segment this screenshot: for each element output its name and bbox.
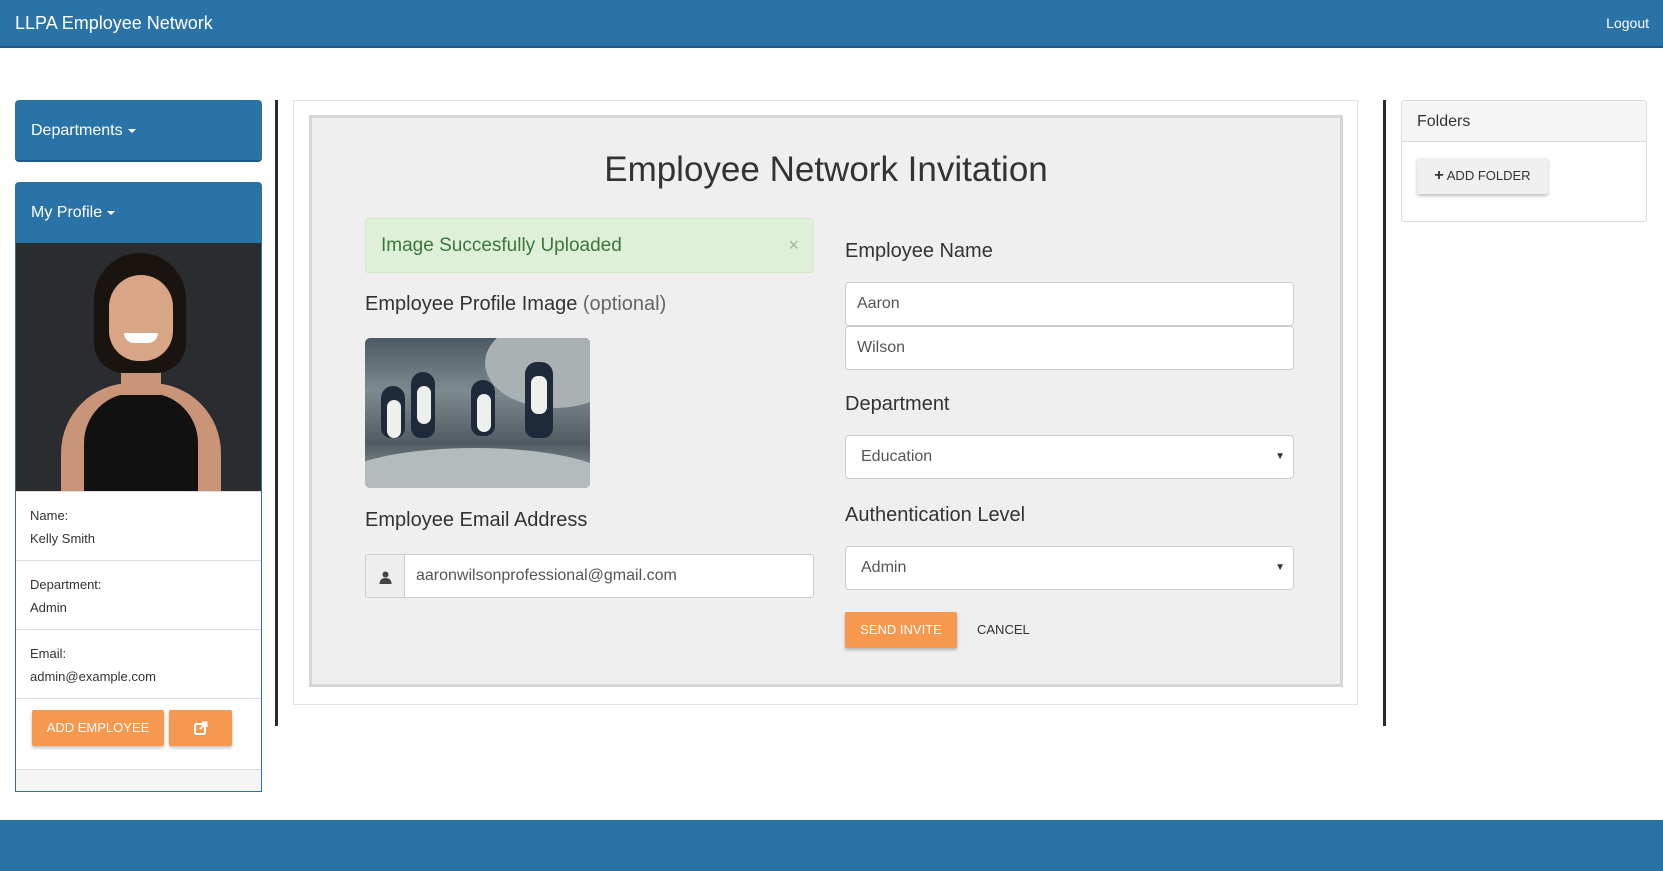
department-field-label: Department xyxy=(845,393,950,415)
caret-down-icon xyxy=(127,128,136,133)
add-folder-label: ADD FOLDER xyxy=(1446,168,1531,183)
auth-level-selected: Admin xyxy=(861,559,907,576)
profile-image-preview[interactable] xyxy=(365,338,590,488)
profile-department-row: Department: Admin xyxy=(16,560,261,629)
department-selected: Education xyxy=(861,448,933,465)
email-value: admin@example.com xyxy=(30,669,156,684)
name-value: Kelly Smith xyxy=(30,531,96,546)
close-icon[interactable]: × xyxy=(788,219,799,272)
first-name-input[interactable]: Aaron xyxy=(845,282,1294,326)
department-label: Department: xyxy=(30,577,102,592)
dropdown-arrow-icon: ▼ xyxy=(1275,451,1285,462)
name-label: Name: xyxy=(30,508,69,523)
optional-hint: (optional) xyxy=(582,293,667,315)
right-divider xyxy=(1383,100,1386,726)
my-profile-dropdown[interactable]: My Profile xyxy=(15,182,262,243)
auth-level-label: Authentication Level xyxy=(845,504,1026,526)
add-folder-button[interactable]: + ADD FOLDER xyxy=(1417,158,1548,194)
external-link-icon xyxy=(193,721,207,736)
brand-title[interactable]: LLPA Employee Network xyxy=(15,13,213,34)
add-employee-button[interactable]: ADD EMPLOYEE xyxy=(32,710,164,746)
employee-name-label: Employee Name xyxy=(845,240,993,262)
user-icon xyxy=(366,555,405,597)
departments-dropdown[interactable]: Departments xyxy=(15,100,262,162)
auth-level-select[interactable]: Admin ▼ xyxy=(845,546,1294,590)
email-field[interactable]: aaronwilsonprofessional@gmail.com xyxy=(365,554,814,598)
alert-text: Image Succesfully Uploaded xyxy=(381,235,622,256)
caret-down-icon xyxy=(107,210,116,215)
email-address-label: Employee Email Address xyxy=(365,509,588,531)
my-profile-label: My Profile xyxy=(31,204,103,221)
profile-name-row: Name: Kelly Smith xyxy=(16,491,261,560)
folders-panel: Folders + ADD FOLDER xyxy=(1401,100,1647,222)
email-input-value[interactable]: aaronwilsonprofessional@gmail.com xyxy=(416,555,677,597)
page-title: Employee Network Invitation xyxy=(604,150,1048,189)
footer-bar xyxy=(0,820,1663,871)
external-link-button[interactable] xyxy=(169,710,232,746)
departments-label: Departments xyxy=(31,122,123,139)
profile-email-row: Email: admin@example.com xyxy=(16,629,261,698)
profile-actions: ADD EMPLOYEE xyxy=(16,698,261,770)
avatar xyxy=(16,243,261,491)
email-label: Email: xyxy=(30,646,67,661)
upload-success-alert: Image Succesfully Uploaded × xyxy=(365,218,814,273)
profile-card: Name: Kelly Smith Department: Admin Emai… xyxy=(15,243,262,792)
plus-icon: + xyxy=(1434,167,1444,184)
logout-link[interactable]: Logout xyxy=(1606,15,1649,31)
cancel-button[interactable]: CANCEL xyxy=(977,612,1030,648)
top-navbar: LLPA Employee Network Logout xyxy=(0,0,1663,48)
department-value: Admin xyxy=(30,600,67,615)
left-divider xyxy=(275,100,278,726)
last-name-input[interactable]: Wilson xyxy=(845,326,1294,370)
dropdown-arrow-icon: ▼ xyxy=(1275,562,1285,573)
send-invite-button[interactable]: SEND INVITE xyxy=(845,612,957,648)
department-select[interactable]: Education ▼ xyxy=(845,435,1294,479)
folders-title: Folders xyxy=(1402,101,1646,142)
profile-image-label: Employee Profile Image (optional) xyxy=(365,293,667,315)
